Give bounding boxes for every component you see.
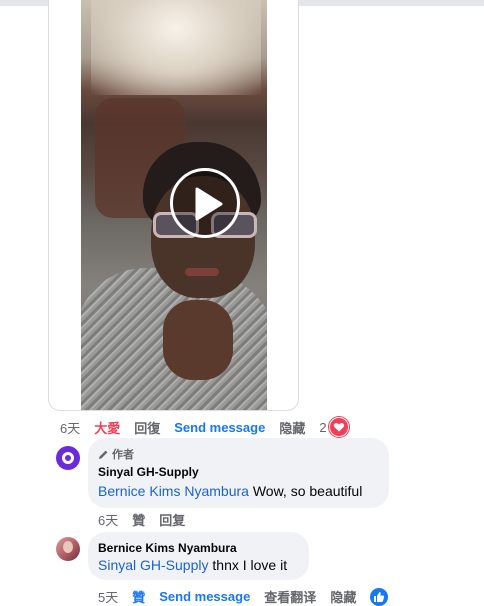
comment-author-name[interactable]: Sinyal GH-Supply: [98, 465, 199, 479]
reply-button[interactable]: 回复: [159, 510, 185, 529]
hide-button[interactable]: 隐藏: [279, 418, 305, 437]
reaction-count[interactable]: 2: [319, 420, 326, 435]
comment-bubble: Bernice Kims Nyambura Sinyal GH-Supply t…: [88, 532, 309, 580]
like-button[interactable]: 贊: [132, 510, 145, 529]
video-frame-person-chest: [163, 300, 233, 380]
play-button[interactable]: [170, 168, 240, 238]
reaction-love-button[interactable]: 大愛: [94, 418, 120, 437]
video-frame-person-mouth: [185, 268, 219, 276]
hide-button[interactable]: 隐藏: [330, 587, 356, 606]
thumbs-up-icon[interactable]: [370, 587, 389, 606]
comment-bubble: 作者 Sinyal GH-Supply Bernice Kims Nyambur…: [88, 438, 389, 508]
comment-action-row: 6天 贊 回复: [98, 510, 199, 529]
avatar[interactable]: [56, 537, 80, 561]
comment-author-name[interactable]: Bernice Kims Nyambura: [98, 541, 237, 555]
author-badge: 作者: [98, 446, 134, 462]
mention-link[interactable]: Sinyal GH-Supply: [98, 557, 209, 573]
comment-text: Bernice Kims Nyambura Wow, so beautiful: [98, 483, 362, 499]
send-message-button[interactable]: Send message: [159, 589, 250, 604]
post-action-row: 6天 大愛 回復 Send message 隐藏 2: [60, 417, 363, 437]
play-icon: [195, 187, 223, 221]
pencil-icon: [99, 450, 108, 459]
heart-icon[interactable]: [328, 417, 349, 437]
comment-timestamp[interactable]: 5天: [98, 587, 118, 606]
video-player[interactable]: [81, 0, 267, 410]
comment-text: Sinyal GH-Supply thnx I love it: [98, 557, 287, 573]
see-translation-button[interactable]: 查看翻译: [264, 587, 316, 606]
comment-timestamp[interactable]: 6天: [98, 510, 118, 529]
comment-body: Wow, so beautiful: [248, 483, 363, 499]
video-frame-light: [91, 0, 261, 95]
like-button[interactable]: 贊: [132, 587, 145, 606]
author-badge-label: 作者: [112, 449, 134, 461]
video-card: [48, 0, 299, 411]
reply-button[interactable]: 回復: [134, 418, 160, 437]
send-message-button[interactable]: Send message: [174, 420, 265, 435]
comment-body: thnx I love it: [208, 557, 288, 573]
comment-action-row: 5天 贊 Send message 查看翻译 隐藏: [98, 587, 402, 606]
avatar[interactable]: [56, 446, 80, 470]
mention-link[interactable]: Bernice Kims Nyambura: [98, 483, 249, 499]
post-timestamp[interactable]: 6天: [60, 418, 80, 437]
